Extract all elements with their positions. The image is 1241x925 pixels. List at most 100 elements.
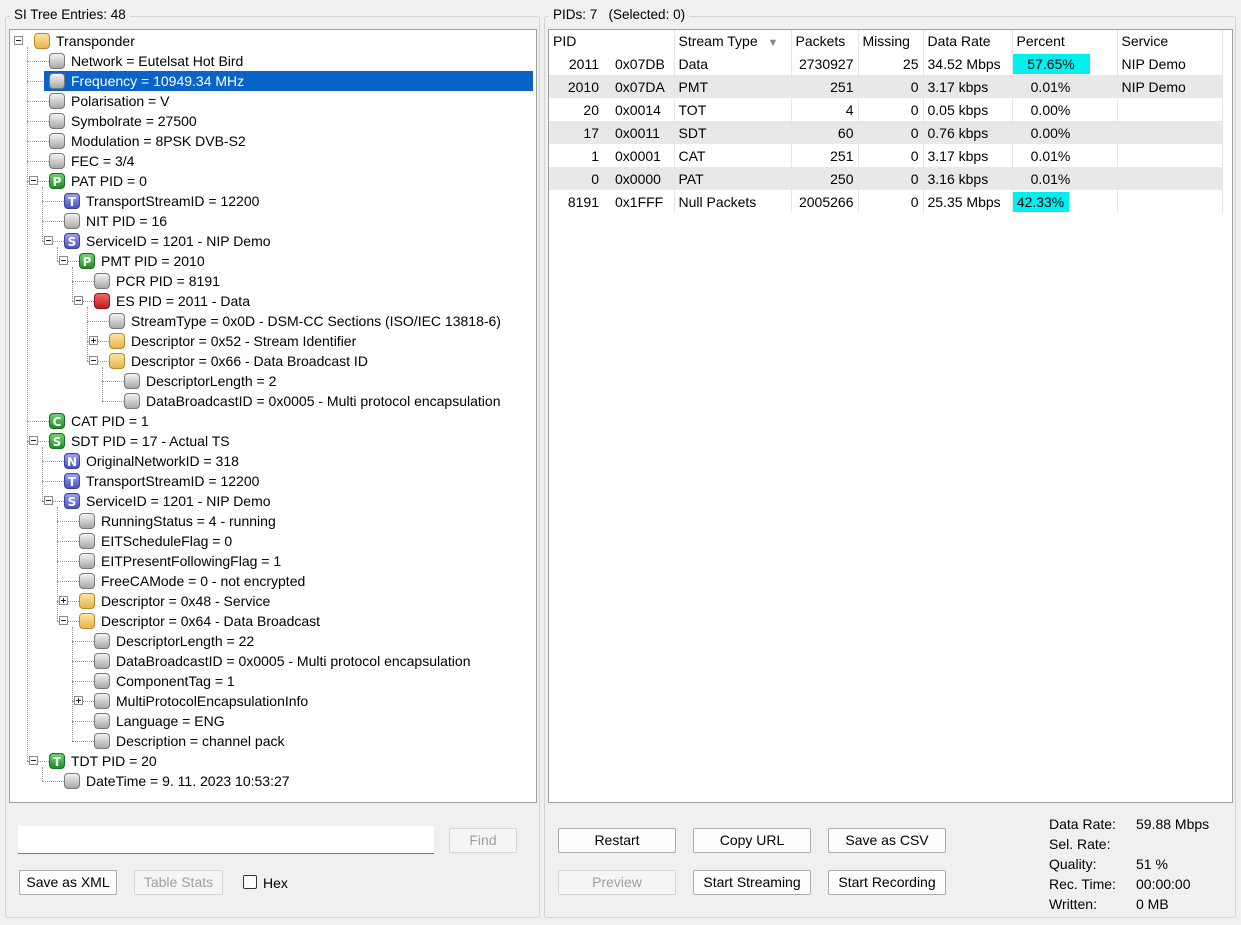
tree-node[interactable]: Descriptor = 0x48 - Service (10, 591, 536, 611)
tree-node[interactable]: DataBroadcastID = 0x0005 - Multi protoco… (10, 391, 536, 411)
tree-node[interactable]: DescriptorLength = 2 (10, 371, 536, 391)
start-streaming-button[interactable]: Start Streaming (693, 870, 811, 895)
col-packets[interactable]: Packets (791, 30, 859, 52)
service-cell (1117, 144, 1223, 167)
tree-node[interactable]: T TransportStreamID = 12200 (10, 191, 536, 211)
col-data-rate[interactable]: Data Rate (923, 30, 1013, 52)
tree-node[interactable]: Modulation = 8PSK DVB-S2 (10, 131, 536, 151)
table-row[interactable]: 0 0x0000 PAT 250 0 3.16 kbps 0.01% (549, 167, 1223, 190)
table-icon: P (79, 253, 95, 269)
tree-node[interactable]: FEC = 3/4 (10, 151, 536, 171)
tree-node-label: PMT PID = 2010 (101, 253, 205, 269)
stat-quality-value: 51 % (1136, 856, 1168, 872)
search-input[interactable] (18, 826, 434, 854)
tree-node[interactable]: DescriptorLength = 22 (10, 631, 536, 651)
col-stream-type[interactable]: Stream Type ▼ (674, 30, 792, 52)
collapse-icon[interactable] (14, 36, 23, 45)
stream-type-cell: PAT (674, 167, 792, 190)
pid-decimal: 0 (591, 170, 599, 187)
col-service[interactable]: Service (1117, 30, 1223, 52)
tree-node[interactable]: Symbolrate = 27500 (10, 111, 536, 131)
tree-node[interactable]: StreamType = 0x0D - DSM-CC Sections (ISO… (10, 311, 536, 331)
collapse-icon[interactable] (44, 496, 53, 505)
col-stream-type-label: Stream Type (678, 33, 758, 49)
percent-cell: 0.00% (1012, 121, 1118, 144)
tree-node-label: TransportStreamID = 12200 (86, 473, 260, 489)
tree-node[interactable]: Transponder (10, 31, 536, 51)
start-recording-button[interactable]: Start Recording (828, 870, 946, 895)
preview-button[interactable]: Preview (558, 870, 676, 895)
col-percent[interactable]: Percent (1012, 30, 1118, 52)
item-icon (79, 573, 95, 589)
collapse-icon[interactable] (29, 756, 38, 765)
si-tree-view[interactable]: Transponder Network = Eutelsat Hot Bird Fr… (9, 29, 537, 803)
tree-node[interactable]: MultiProtocolEncapsulationInfo (10, 691, 536, 711)
tree-node[interactable]: Descriptor = 0x64 - Data Broadcast (10, 611, 536, 631)
table-row[interactable]: 8191 0x1FFF Null Packets 2005266 0 25.35 Mbps… (549, 190, 1223, 213)
tree-node[interactable]: EITPresentFollowingFlag = 1 (10, 551, 536, 571)
table-row[interactable]: 1 0x0001 CAT 251 0 3.17 kbps 0.01% (549, 144, 1223, 167)
tree-node[interactable]: DateTime = 9. 11. 2023 10:53:27 (10, 771, 536, 791)
tree-node[interactable]: ES PID = 2011 - Data (10, 291, 536, 311)
table-row[interactable]: 2010 0x07DA PMT 251 0 3.17 kbps 0.01% NIP Demo (549, 75, 1223, 98)
col-missing[interactable]: Missing (858, 30, 924, 52)
pid-list-view[interactable]: PID Stream Type ▼ Packets Missing Data R… (548, 29, 1233, 803)
tree-node[interactable]: Descriptor = 0x52 - Stream Identifier (10, 331, 536, 351)
tree-node[interactable]: P PAT PID = 0 (10, 171, 536, 191)
collapse-icon[interactable] (59, 616, 68, 625)
tree-node[interactable]: NIT PID = 16 (10, 211, 536, 231)
tree-node[interactable]: N OriginalNetworkID = 318 (10, 451, 536, 471)
percent-cell: 0.01% (1012, 75, 1118, 98)
save-as-xml-button[interactable]: Save as XML (19, 870, 117, 895)
pid-hex: 0x0014 (615, 101, 661, 118)
tree-node[interactable]: T TDT PID = 20 (10, 751, 536, 771)
table-row[interactable]: 17 0x0011 SDT 60 0 0.76 kbps 0.00% (549, 121, 1223, 144)
collapse-icon[interactable] (59, 256, 68, 265)
tree-node[interactable]: DataBroadcastID = 0x0005 - Multi protoco… (10, 651, 536, 671)
tree-node-label: SDT PID = 17 - Actual TS (71, 433, 230, 449)
tree-node-label: Polarisation = V (71, 93, 170, 109)
tree-node[interactable]: PCR PID = 8191 (10, 271, 536, 291)
tree-node[interactable]: FreeCAMode = 0 - not encrypted (10, 571, 536, 591)
expand-icon[interactable] (59, 596, 68, 605)
find-button[interactable]: Find (449, 828, 517, 853)
data-rate-cell: 3.16 kbps (923, 167, 1013, 190)
percent-bar: 42.33% (1012, 191, 1069, 212)
tree-node[interactable]: Frequency = 10949.34 MHz (10, 71, 536, 91)
tree-node[interactable]: RunningStatus = 4 - running (10, 511, 536, 531)
collapse-icon[interactable] (89, 356, 98, 365)
tree-node[interactable]: Description = channel pack (10, 731, 536, 751)
collapse-icon[interactable] (74, 296, 83, 305)
tree-node[interactable]: Descriptor = 0x66 - Data Broadcast ID (10, 351, 536, 371)
tree-node[interactable]: ComponentTag = 1 (10, 671, 536, 691)
collapse-icon[interactable] (44, 236, 53, 245)
table-stats-button[interactable]: Table Stats (134, 870, 223, 895)
collapse-icon[interactable] (29, 436, 38, 445)
tree-node-label: StreamType = 0x0D - DSM-CC Sections (ISO… (131, 313, 501, 329)
expand-icon[interactable] (89, 336, 98, 345)
hex-checkbox[interactable] (243, 875, 257, 889)
table-row[interactable]: 2011 0x07DB Data 2730927 25 34.52 Mbps 57.65% N… (549, 52, 1223, 75)
tree-node[interactable]: Polarisation = V (10, 91, 536, 111)
tree-node[interactable]: Language = ENG (10, 711, 536, 731)
tree-node[interactable]: C CAT PID = 1 (10, 411, 536, 431)
save-as-csv-button[interactable]: Save as CSV (828, 828, 946, 853)
service-cell: NIP Demo (1117, 75, 1223, 98)
item-icon (49, 153, 65, 169)
collapse-icon[interactable] (29, 176, 38, 185)
data-rate-cell: 0.76 kbps (923, 121, 1013, 144)
tree-node[interactable]: S ServiceID = 1201 - NIP Demo (10, 491, 536, 511)
service-cell (1117, 190, 1223, 213)
packets-cell: 250 (791, 167, 859, 190)
tree-node[interactable]: T TransportStreamID = 12200 (10, 471, 536, 491)
table-row[interactable]: 20 0x0014 TOT 4 0 0.05 kbps 0.00% (549, 98, 1223, 121)
restart-button[interactable]: Restart (558, 828, 676, 853)
tree-node[interactable]: EITScheduleFlag = 0 (10, 531, 536, 551)
tree-node[interactable]: S SDT PID = 17 - Actual TS (10, 431, 536, 451)
col-pid[interactable]: PID (549, 30, 675, 52)
tree-node[interactable]: S ServiceID = 1201 - NIP Demo (10, 231, 536, 251)
tree-node[interactable]: P PMT PID = 2010 (10, 251, 536, 271)
copy-url-button[interactable]: Copy URL (693, 828, 811, 853)
expand-icon[interactable] (74, 696, 83, 705)
tree-node[interactable]: Network = Eutelsat Hot Bird (10, 51, 536, 71)
